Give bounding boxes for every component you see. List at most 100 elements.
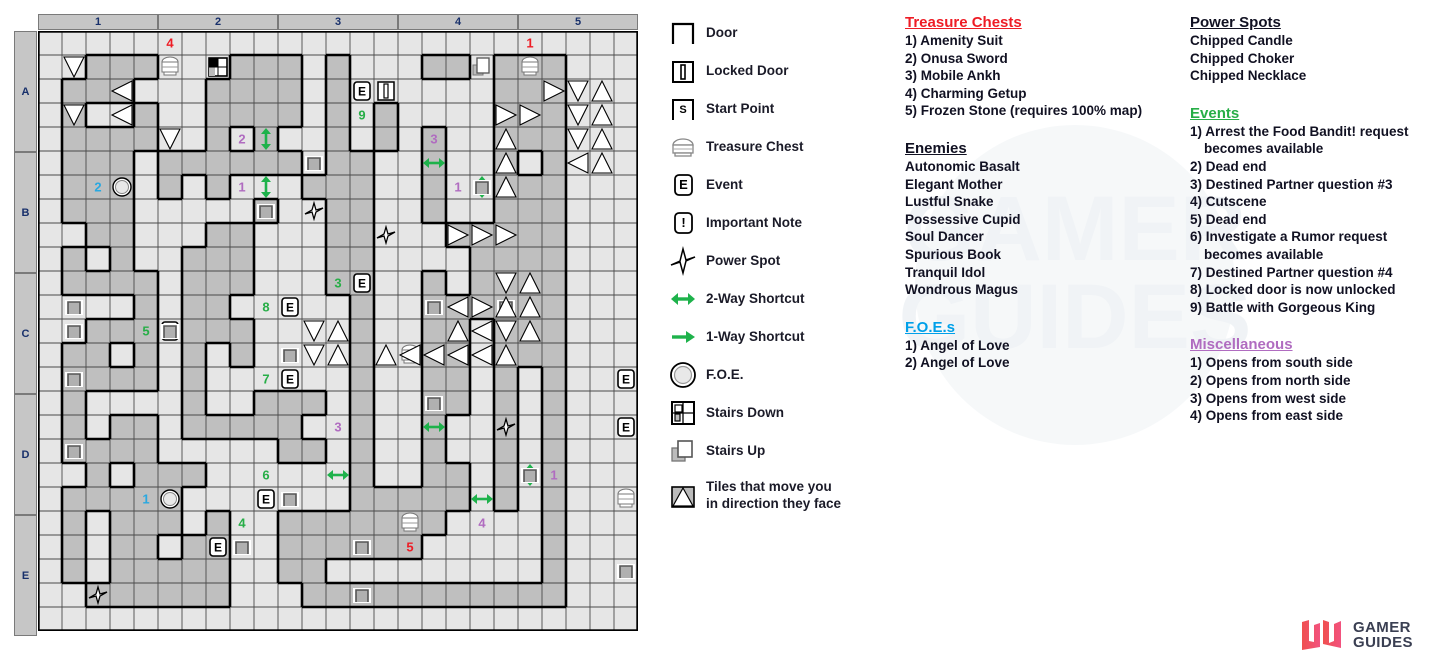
map-cell-dark <box>86 271 110 295</box>
map-cell-dark <box>134 583 158 607</box>
map-cell-dark <box>542 343 566 367</box>
event-icon: E <box>674 174 693 196</box>
map-cell-dark <box>86 343 110 367</box>
map-cell-dark <box>206 559 230 583</box>
event-item: 3) Destined Partner question #3 <box>1190 176 1393 192</box>
map-door-icon <box>65 324 83 339</box>
map-door-icon <box>353 540 371 555</box>
map-cell-dark <box>62 271 86 295</box>
map-cell-dark <box>470 583 494 607</box>
map-cell-dark <box>518 343 542 367</box>
svg-text:4: 4 <box>166 36 174 51</box>
map-column-header-3: 3 <box>278 14 398 30</box>
map-cell-dark <box>446 391 470 415</box>
map-cell-dark <box>110 535 134 559</box>
map-marker-foe <box>112 177 132 197</box>
legend-item-locked-door: Locked Door <box>660 52 895 90</box>
map-cell-dark <box>182 343 206 367</box>
map-cell-dark <box>62 559 86 583</box>
map-cell-dark <box>62 127 86 151</box>
legend-item-label: Locked Door <box>706 62 789 78</box>
map-marker-foe-num: 2 <box>94 180 101 195</box>
map-cell-dark <box>134 367 158 391</box>
map-cell-dark <box>206 151 230 175</box>
events-heading: Events <box>1190 104 1240 122</box>
map-marker-misc-num: 4 <box>478 516 486 531</box>
legend-icon-wrap <box>660 18 706 48</box>
stairs-up-icon <box>671 440 693 462</box>
map-cell-dark <box>398 487 422 511</box>
map-cell-dark <box>62 415 86 439</box>
map-row-header-C: C <box>14 273 37 394</box>
start-point-icon: S <box>672 99 694 120</box>
map-cell-dark <box>302 559 326 583</box>
svg-text:1: 1 <box>526 36 533 51</box>
svg-text:3: 3 <box>334 420 341 435</box>
miscellaneous-list: 1) Opens from south side 2) Opens from no… <box>1190 354 1445 424</box>
map-cell-dark <box>518 127 542 151</box>
map-cell-dark <box>230 55 254 79</box>
event-item: 7) Destined Partner question #4 <box>1190 264 1393 280</box>
map-cell-dark <box>158 151 182 175</box>
legend-item-start-point: S Start Point <box>660 90 895 128</box>
map-cell-dark <box>278 79 302 103</box>
map-cell-dark <box>158 559 182 583</box>
map-cell-dark <box>446 487 470 511</box>
map-marker-misc-num: 3 <box>334 420 341 435</box>
map-cell-dark <box>86 367 110 391</box>
legend-icon-wrap <box>660 56 706 86</box>
map-cell-dark <box>542 247 566 271</box>
legend-item-treasure-chest: Treasure Chest <box>660 128 895 166</box>
svg-text:8: 8 <box>262 300 269 315</box>
map-cell-dark <box>110 127 134 151</box>
legend-item-label: 1-Way Shortcut <box>706 328 805 344</box>
treasure-chest-item: 4) Charming Getup <box>905 85 1027 101</box>
map-cell-dark <box>278 103 302 127</box>
map-cell-dark <box>302 511 326 535</box>
foes-heading: F.O.E.s <box>905 318 956 336</box>
map-cell-dark <box>62 79 86 103</box>
map-cell-dark <box>518 223 542 247</box>
event-item: 1) Arrest the Food Bandit! request <box>1190 123 1409 139</box>
map-cell-dark <box>326 103 350 127</box>
map-cell-dark <box>350 319 374 343</box>
map-cell-dark <box>470 271 494 295</box>
map-cell-dark <box>206 127 230 151</box>
legend-item-stairs-up: Stairs Up <box>660 432 895 470</box>
map-cell-dark <box>494 199 518 223</box>
map-cell-dark <box>86 127 110 151</box>
svg-text:S: S <box>679 104 686 116</box>
event-item: 4) Cutscene <box>1190 194 1267 210</box>
map-cell-dark <box>86 319 110 343</box>
map-cell-dark <box>518 583 542 607</box>
map-marker-chest-num: 1 <box>526 36 533 51</box>
two-way-shortcut-icon <box>671 293 695 305</box>
map-column-headers: 12345 <box>38 14 638 30</box>
foes-list: 1) Angel of Love 2) Angel of Love <box>905 337 1180 372</box>
treasure-chests-list: 1) Amenity Suit 2) Onusa Sword 3) Mobile A… <box>905 32 1180 120</box>
map-marker-event-num: 4 <box>238 516 246 531</box>
miscellaneous-item: 4) Opens from east side <box>1190 408 1344 424</box>
enemy-item: Elegant Mother <box>905 176 1003 192</box>
map-cell-dark <box>134 511 158 535</box>
svg-text:9: 9 <box>358 108 365 123</box>
map-column-header-2: 2 <box>158 14 278 30</box>
map-cell-dark <box>86 223 110 247</box>
map-cell-dark <box>350 463 374 487</box>
svg-text:2: 2 <box>94 180 101 195</box>
legend-item-foe: F.O.E. <box>660 356 895 394</box>
map-door-icon <box>425 396 443 411</box>
map-cell-dark <box>542 487 566 511</box>
map-marker-chest <box>161 56 179 76</box>
svg-text:E: E <box>679 177 688 192</box>
svg-text:4: 4 <box>478 516 486 531</box>
map-cell-dark <box>278 511 302 535</box>
map-cell-dark <box>326 151 350 175</box>
map-cell-dark <box>110 319 134 343</box>
map-door-icon <box>257 204 275 219</box>
map-marker-foe-num: 1 <box>142 492 149 507</box>
enemies-heading: Enemies <box>905 139 967 157</box>
map-cell-dark <box>350 175 374 199</box>
map-cell-dark <box>230 223 254 247</box>
map-cell-dark <box>422 175 446 199</box>
